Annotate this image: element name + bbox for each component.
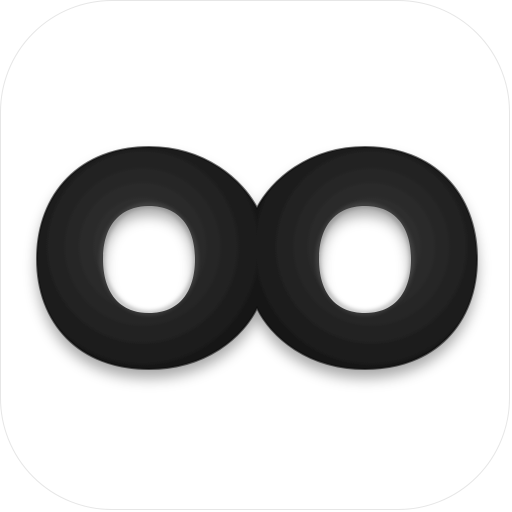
infinity-icon — [35, 145, 479, 371]
infinity-right-loop — [257, 147, 477, 369]
app-icon-tile[interactable] — [0, 0, 510, 510]
app-icon-screen — [0, 0, 512, 512]
infinity-left-loop — [37, 147, 257, 369]
